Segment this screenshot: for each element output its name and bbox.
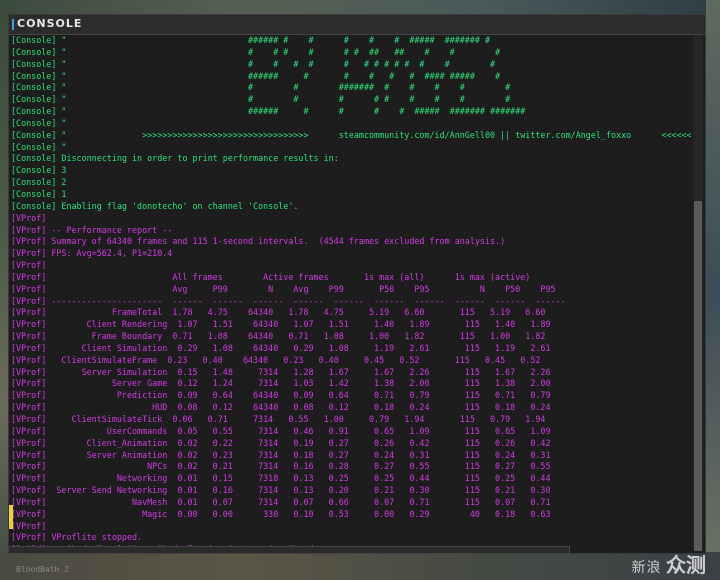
console-line: [Console] " # # # # # # # # # # # # # [11, 58, 496, 69]
console-line: [Console] Enabling flag 'donotecho' on c… [11, 200, 299, 211]
console-line: [VProf] Networking 0.01 0.15 7318 0.13 0… [11, 473, 551, 484]
console-input[interactable] [8, 546, 570, 554]
console-line: [VProf] All frames Active frames 1s max … [11, 271, 531, 282]
console-line: [Console] " >>>>>>>>>>>>>>>>>>>>>>>>>>>>… [11, 129, 691, 140]
console-line: [VProf] ClientSimulateFrame 0.23 0.40 64… [11, 354, 541, 365]
console-line: [Console] " ###### # # # # # ##### #####… [11, 35, 491, 45]
console-line: [VProf] Prediction 0.09 0.64 64340 0.09 … [11, 390, 551, 401]
console-line: [VProf] Client Rendering 1.07 1.51 64340… [11, 319, 551, 330]
console-window: CONSOLE [Console] " ###### # # # # # ###… [8, 14, 706, 554]
console-line: [Console] 2 [11, 177, 67, 188]
background-bottom [0, 552, 720, 580]
console-line: [VProf] Server Animation 0.02 0.23 7314 … [11, 449, 551, 460]
scrollbar-thumb[interactable] [694, 201, 702, 551]
console-line: [Console] 1 [11, 188, 67, 199]
console-line: [Console] " ###### # # # # # #### ##### … [11, 70, 501, 81]
console-line: [VProf] Server Simulation 0.15 1.48 7314… [11, 366, 551, 377]
background-top [0, 0, 720, 14]
background-right [706, 0, 720, 580]
console-line: [VProf] Client_Animation 0.02 0.22 7314 … [11, 437, 551, 448]
console-line: [VProf] Client Simulation 0.29 1.08 6434… [11, 342, 551, 353]
console-line: [VProf] Avg P99 N Avg P99 P50 P95 N P50 … [11, 283, 556, 294]
console-line: [VProf] [11, 520, 47, 531]
highlight-marker [9, 517, 13, 529]
bottom-hud-text: BloodBath 2 [16, 565, 69, 574]
highlight-marker [9, 505, 13, 517]
console-title: CONSOLE [17, 17, 83, 30]
console-line: [VProf] NPCs 0.02 0.21 7314 0.16 0.28 0.… [11, 461, 551, 472]
console-line: [VProf] -- Performance report -- [11, 224, 173, 235]
console-line: [VProf] UserCommands 0.05 0.55 7314 0.46… [11, 425, 551, 436]
console-line: [Console] " # # # # # # # # # [11, 94, 511, 105]
console-line: [Console] 3 [11, 165, 67, 176]
console-line: [VProf] Frame Boundary 0.71 1.08 64340 0… [11, 331, 546, 342]
console-line: [VProf] [11, 212, 47, 223]
console-line: [VProf] Server Send Networking 0.01 0.16… [11, 485, 551, 496]
console-titlebar[interactable]: CONSOLE [9, 15, 705, 35]
titlebar-accent [12, 19, 14, 30]
watermark-text-1: 新浪 [631, 560, 662, 576]
console-line: [Console] " ###### # # # # ##### #######… [11, 106, 526, 117]
console-line: [VProf] HUD 0.08 0.12 64340 0.08 0.12 0.… [11, 402, 551, 413]
console-line: [VProf] Summary of 64340 frames and 115 … [11, 236, 506, 247]
console-line: [VProf] ClientSimulateTick 0.06 0.71 731… [11, 414, 546, 424]
console-line: [Console] Disconnecting in order to prin… [11, 153, 339, 164]
console-line: [Console] " # # # # # # ## ## # # # [11, 46, 501, 57]
console-line: [Console] " [11, 117, 67, 128]
console-line: [Console] " [11, 141, 67, 152]
console-line: [VProf] FPS: Avg=562.4, P1=210.4 [11, 248, 173, 259]
console-line: [VProf] ---------------------- ------ --… [11, 295, 566, 306]
console-line: [VProf] [11, 260, 47, 271]
console-line: [VProf] Magic 0.00 0.00 330 0.10 0.53 0.… [11, 508, 551, 519]
watermark: 新浪 众测 [632, 549, 706, 578]
console-line: [Console] " # # ####### # # # # # [11, 82, 511, 93]
console-line: [VProf] FrameTotal 1.78 4.75 64340 1.78 … [11, 307, 546, 318]
console-line: [VProf] Server Game 0.12 1.24 7314 1.03 … [11, 378, 551, 389]
console-output: [Console] " ###### # # # # # ##### #####… [11, 35, 691, 547]
watermark-text-2: 众测 [666, 553, 706, 577]
console-line: [VProf] NavMesh 0.01 0.07 7314 0.07 0.66… [11, 496, 551, 507]
console-line: [VProf] VProflite stopped. [11, 532, 143, 543]
